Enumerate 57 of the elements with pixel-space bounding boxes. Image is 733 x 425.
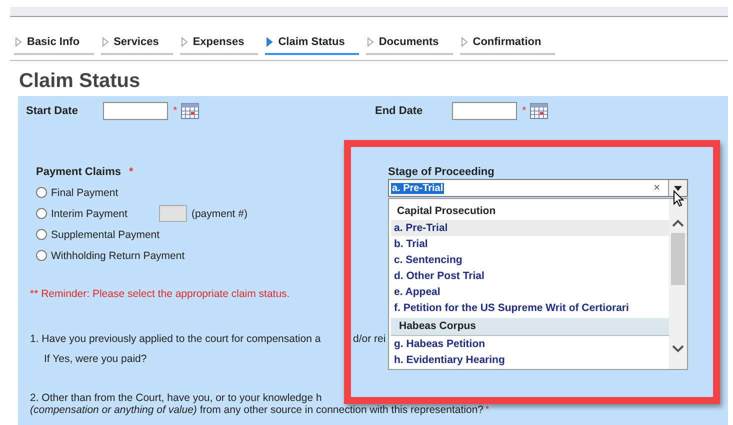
dropdown-option[interactable]: h. Evidentiary Hearing <box>391 352 669 368</box>
option-label: Interim Payment <box>51 208 128 220</box>
dropdown-button[interactable] <box>668 180 687 196</box>
radio-button[interactable] <box>36 250 47 261</box>
calendar-icon[interactable] <box>181 103 200 119</box>
triangle-icon <box>366 37 374 47</box>
step-tab[interactable]: Confirmation <box>460 34 556 55</box>
triangle-icon <box>102 37 109 47</box>
dropdown-option[interactable]: d. Other Post Trial <box>391 268 669 284</box>
required-mark: * <box>522 105 526 117</box>
option-label: Final Payment <box>51 186 118 198</box>
dropdown-option[interactable]: e. Appeal <box>391 284 669 300</box>
stage-label: Stage of Proceeding <box>388 166 496 178</box>
page-title: Claim Status <box>19 70 140 93</box>
option-label: Withholding Return Payment <box>51 250 185 262</box>
required-mark: * <box>173 105 178 117</box>
clear-button[interactable]: × <box>654 182 660 194</box>
option-label: Supplemental Payment <box>51 228 160 240</box>
radio-button[interactable] <box>36 208 47 219</box>
scroll-down-icon[interactable] <box>672 345 684 353</box>
triangle-icon <box>460 37 468 47</box>
radio-button[interactable] <box>36 187 47 198</box>
date-field[interactable] <box>103 102 168 120</box>
triangle-icon <box>15 37 22 47</box>
stage-select[interactable]: a. Pre-Trial × <box>388 179 688 197</box>
triangle-icon <box>266 37 274 47</box>
required-mark: * <box>486 404 490 416</box>
radio-button[interactable] <box>36 229 47 240</box>
calendar-icon[interactable] <box>530 103 548 119</box>
followup-question: If Yes, were you paid? <box>44 353 147 365</box>
payment-number-label: (payment #) <box>191 208 248 220</box>
date-field[interactable] <box>452 102 517 120</box>
scrollbar[interactable] <box>669 199 687 369</box>
dropdown-option[interactable]: a. Pre-Trial <box>391 220 669 236</box>
question-text: 1. Have you previously applied to the court for compensation a <box>30 333 322 345</box>
step-tab[interactable]: Documents <box>366 34 453 55</box>
reminder-text: ** Reminder: Please select the appropriate claim status. <box>30 288 290 300</box>
triangle-icon <box>180 37 188 47</box>
step-tab[interactable]: Services <box>100 34 173 55</box>
dropdown-option[interactable]: f. Petition for the US Supreme Writ of Certiorari <box>391 300 669 316</box>
step-tab[interactable]: Basic Info <box>14 34 94 55</box>
dropdown-option[interactable]: c. Sentencing <box>391 252 669 268</box>
dropdown-option[interactable]: b. Trial <box>391 236 669 252</box>
question-text: (compensation or anything of value) from any other source in connection with this representation? <box>30 404 484 416</box>
scroll-thumb[interactable] <box>671 233 685 285</box>
payment-claims-label: Payment Claims * <box>36 166 134 178</box>
selected-value: a. Pre-Trial <box>391 182 444 194</box>
scroll-up-icon[interactable] <box>672 219 684 227</box>
step-tab[interactable]: Expenses <box>180 34 258 55</box>
question-text: 2. Other than from the Court, have you, or to your knowledge h <box>30 392 322 404</box>
group-heading: Habeas Corpus <box>391 318 669 336</box>
group-heading: Capital Prosecution <box>396 204 497 219</box>
date-label: End Date <box>375 105 424 117</box>
question-text: d/or rei <box>353 333 386 345</box>
dropdown-option[interactable]: g. Habeas Petition <box>391 336 669 352</box>
step-tab[interactable]: Claim Status <box>265 34 359 55</box>
date-label: Start Date <box>26 105 79 117</box>
